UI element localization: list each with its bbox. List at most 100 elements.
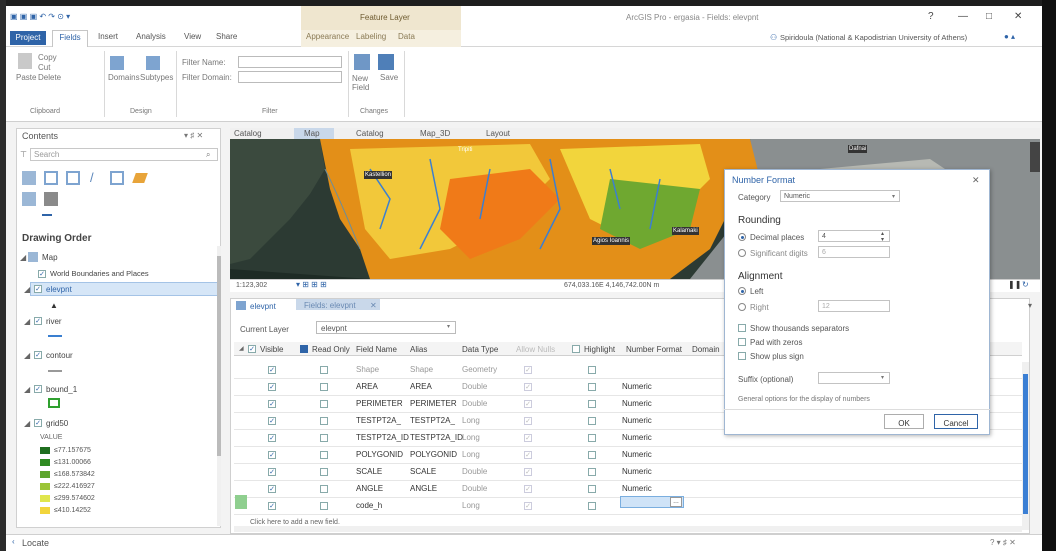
pane-controls[interactable]: ▾ ♯ ✕ xyxy=(184,132,203,140)
highlight-checkbox[interactable] xyxy=(588,502,596,510)
delete-button[interactable]: Delete xyxy=(38,74,61,82)
expand-arrow[interactable]: ◢ xyxy=(24,286,30,294)
tab-share[interactable]: Share xyxy=(216,33,237,41)
show-thousands-checkbox[interactable] xyxy=(738,324,746,332)
map-side-toolbar[interactable] xyxy=(1030,142,1040,172)
field-name-cell[interactable]: code_h xyxy=(356,502,382,510)
visible-checkbox[interactable]: ✓ xyxy=(268,366,276,374)
map-scale[interactable]: 1:123,302 xyxy=(236,282,267,289)
drawing-order-icon[interactable] xyxy=(22,171,36,185)
dialog-close-button[interactable]: ✕ xyxy=(972,176,980,185)
column-highlight[interactable]: Highlight xyxy=(584,346,615,354)
ellipsis-button[interactable]: … xyxy=(670,497,682,507)
tab-appearance[interactable]: Appearance xyxy=(306,33,349,41)
right-align-radio[interactable] xyxy=(738,303,746,311)
filter-domain-input[interactable] xyxy=(238,71,342,83)
allow-nulls-checkbox[interactable]: ✓ xyxy=(524,468,532,476)
column-read-only[interactable]: Read Only xyxy=(312,346,350,354)
read-only-checkbox[interactable] xyxy=(320,468,328,476)
tab-fields[interactable]: Fields xyxy=(52,30,88,47)
highlight-checkbox[interactable] xyxy=(588,485,596,493)
data-type-cell[interactable]: Geometry xyxy=(462,366,497,374)
column-domain[interactable]: Domain xyxy=(692,346,720,354)
visible-checkbox[interactable]: ✓ xyxy=(268,383,276,391)
visible-checkbox[interactable]: ✓ xyxy=(268,434,276,442)
header-checkbox-filled[interactable] xyxy=(300,345,308,353)
highlight-checkbox[interactable] xyxy=(588,417,596,425)
read-only-checkbox[interactable] xyxy=(320,417,328,425)
number-format-cell[interactable]: Numeric xyxy=(622,451,652,459)
decimal-places-stepper[interactable]: 4 xyxy=(818,230,890,242)
allow-nulls-checkbox[interactable]: ✓ xyxy=(524,434,532,442)
layer-checkbox[interactable]: ✓ xyxy=(34,419,42,427)
data-source-icon[interactable] xyxy=(44,171,58,185)
tab-insert[interactable]: Insert xyxy=(98,33,118,41)
visible-checkbox[interactable]: ✓ xyxy=(268,451,276,459)
visible-checkbox[interactable]: ✓ xyxy=(268,400,276,408)
field-name-cell[interactable]: AREA xyxy=(356,383,378,391)
layer-contour[interactable]: contour xyxy=(46,352,73,360)
tab-layout[interactable]: Layout xyxy=(486,130,510,138)
column-visible[interactable]: Visible xyxy=(260,346,283,354)
refresh-icon[interactable]: ↻ xyxy=(1022,281,1029,289)
read-only-checkbox[interactable] xyxy=(320,502,328,510)
data-type-cell[interactable]: Long xyxy=(462,434,480,442)
layer-grid50[interactable]: grid50 xyxy=(46,420,68,428)
allow-nulls-checkbox[interactable]: ✓ xyxy=(524,366,532,374)
cancel-button[interactable]: Cancel xyxy=(934,414,978,429)
notification-icon[interactable]: ● ▴ xyxy=(1004,33,1015,41)
tab-view[interactable]: View xyxy=(184,33,201,41)
visible-checkbox[interactable]: ✓ xyxy=(268,485,276,493)
tab-data[interactable]: Data xyxy=(398,33,415,41)
tab-elevpnt[interactable]: elevpnt xyxy=(250,303,276,311)
column-data-type[interactable]: Data Type xyxy=(462,346,498,354)
read-only-checkbox[interactable] xyxy=(320,434,328,442)
column-allow-nulls[interactable]: Allow Nulls xyxy=(516,346,555,354)
layer-checkbox[interactable]: ✓ xyxy=(34,385,42,393)
layer-checkbox[interactable]: ✓ xyxy=(34,351,42,359)
alias-cell[interactable]: AREA xyxy=(410,383,432,391)
fields-options-icon[interactable]: ▾ xyxy=(1028,302,1032,310)
highlight-checkbox[interactable] xyxy=(588,383,596,391)
highlight-checkbox[interactable] xyxy=(588,434,596,442)
help-button[interactable]: ? xyxy=(928,12,934,22)
data-type-cell[interactable]: Long xyxy=(462,417,480,425)
editing-icon[interactable]: / xyxy=(90,171,94,184)
data-type-cell[interactable]: Double xyxy=(462,383,487,391)
stepper-arrows-icon[interactable]: ▴ ▾ xyxy=(881,231,884,243)
tab-fields-elevpnt[interactable]: Fields: elevpnt xyxy=(304,302,356,310)
alias-cell[interactable]: SCALE xyxy=(410,468,436,476)
alias-cell[interactable]: PERIMETER xyxy=(410,400,457,408)
read-only-checkbox[interactable] xyxy=(320,383,328,391)
new-field-button[interactable]: New Field xyxy=(352,74,374,92)
number-format-cell[interactable]: Numeric xyxy=(622,417,652,425)
layer-checkbox[interactable]: ✓ xyxy=(34,317,42,325)
decimal-places-radio[interactable] xyxy=(738,233,746,241)
highlight-checkbox[interactable] xyxy=(588,468,596,476)
close-tab-icon[interactable]: ✕ xyxy=(370,302,377,310)
data-type-cell[interactable]: Long xyxy=(462,502,480,510)
column-number-format[interactable]: Number Format xyxy=(626,346,682,354)
layer-world-boundaries[interactable]: World Boundaries and Places xyxy=(50,270,149,278)
suffix-dropdown[interactable] xyxy=(818,372,890,384)
left-align-radio[interactable] xyxy=(738,287,746,295)
read-only-checkbox[interactable] xyxy=(320,366,328,374)
signin-account[interactable]: Spiridoula (National & Kapodistrian Univ… xyxy=(780,34,967,42)
map-tools-icon[interactable]: ▾ ⊞ ⊞ ⊞ xyxy=(296,281,327,289)
significant-digits-radio[interactable] xyxy=(738,249,746,257)
charts-icon[interactable] xyxy=(22,192,36,206)
close-button[interactable]: ✕ xyxy=(1014,12,1022,22)
map-expand-arrow[interactable]: ◢ xyxy=(20,254,26,262)
perspective-icon[interactable] xyxy=(44,192,58,206)
visible-checkbox[interactable]: ✓ xyxy=(268,417,276,425)
column-alias[interactable]: Alias xyxy=(410,346,427,354)
header-checkbox[interactable]: ✓ xyxy=(248,345,256,353)
layer-elevpnt[interactable]: elevpnt xyxy=(46,286,72,294)
domains-button[interactable]: Domains xyxy=(108,74,140,82)
header-checkbox[interactable] xyxy=(572,345,580,353)
number-format-cell[interactable]: Numeric xyxy=(622,468,652,476)
save-button[interactable]: Save xyxy=(380,74,398,82)
allow-nulls-checkbox[interactable]: ✓ xyxy=(524,451,532,459)
column-field-name[interactable]: Field Name xyxy=(356,346,397,354)
field-name-cell[interactable]: Shape xyxy=(356,366,379,374)
